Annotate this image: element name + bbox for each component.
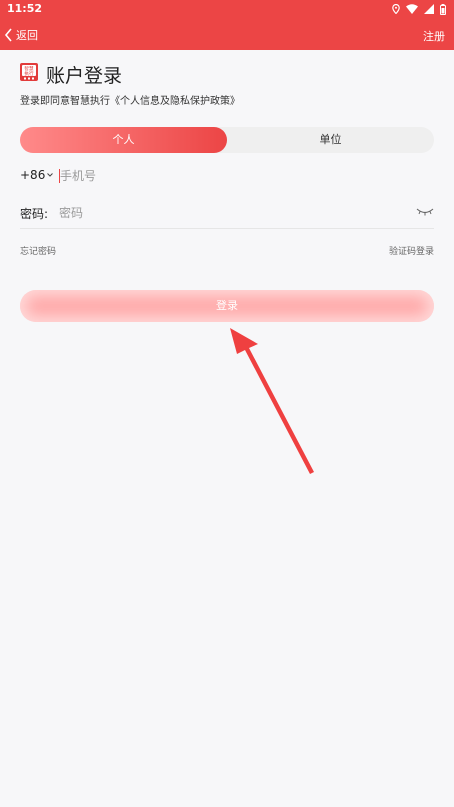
forgot-password-link[interactable]: 忘记密码 [20,244,56,257]
annotation-arrow-icon [230,328,314,474]
account-type-tabs: 个人 单位 [20,127,434,153]
app-logo: 智慧 执行 [20,63,38,81]
back-label: 返回 [16,29,38,42]
nav-bar: 返回 注册 [0,20,454,50]
battery-icon [440,3,446,15]
password-label: 密码: [20,207,49,221]
chevron-down-icon [47,173,54,177]
back-button[interactable]: 返回 [4,24,38,46]
tab-personal[interactable]: 个人 [20,127,227,153]
signal-icon [424,4,434,14]
logo-text-line2: 执行 [24,70,34,77]
phone-input[interactable] [60,166,430,186]
login-button[interactable]: 登录 [20,290,434,322]
country-code-label: +86 [20,168,46,182]
phone-row: +86 [20,164,434,188]
chevron-left-icon [4,28,12,42]
agreement-text[interactable]: 登录即同意智慧执行《个人信息及隐私保护政策》 [20,92,240,107]
location-icon [392,4,400,14]
register-link[interactable]: 注册 [423,28,445,44]
eye-closed-icon[interactable] [416,206,434,218]
password-input[interactable] [59,203,399,223]
wifi-icon [406,4,418,14]
country-code-selector[interactable]: +86 [20,168,54,182]
app-header: 11:52 返回 注册 [0,0,454,50]
status-time: 11:52 [7,2,43,15]
status-icons [392,2,446,16]
tab-organization[interactable]: 单位 [227,127,434,153]
status-bar: 11:52 [0,0,454,18]
password-row: 密码: [20,202,434,229]
page-title: 账户登录 [46,65,123,87]
sms-login-link[interactable]: 验证码登录 [389,244,434,257]
